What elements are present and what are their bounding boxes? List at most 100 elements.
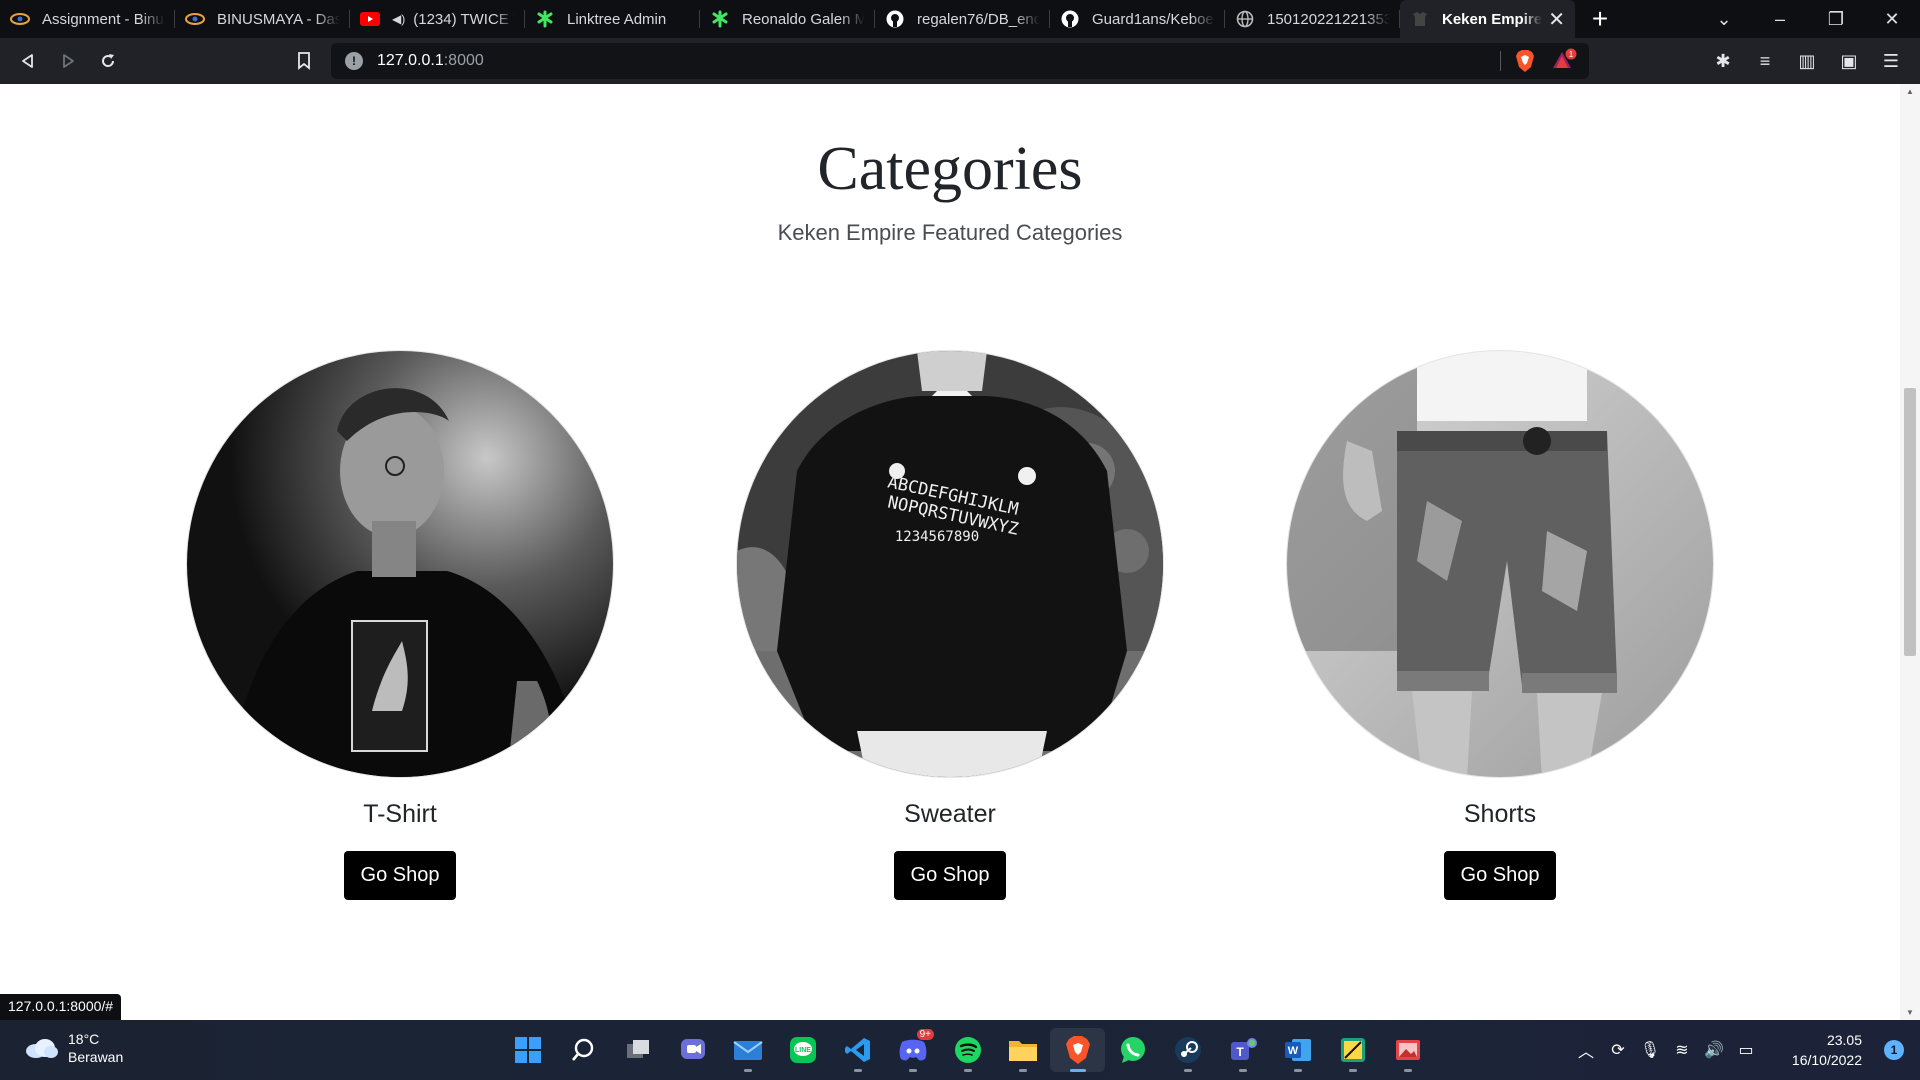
go-shop-button-tshirt[interactable]: Go Shop	[343, 851, 457, 900]
tab-linktree-profile[interactable]: Reonaldo Galen Ma	[700, 0, 875, 38]
category-image-shorts[interactable]	[1286, 350, 1714, 778]
restore-button[interactable]: ❐	[1808, 0, 1864, 38]
task-view-button[interactable]	[610, 1028, 665, 1072]
tshirt-photo	[187, 351, 613, 777]
chat-icon	[680, 1039, 705, 1059]
tab-youtube[interactable]: ◀) (1234) TWICE "V	[350, 0, 525, 38]
weather-widget[interactable]: 18°C Berawan	[24, 1030, 123, 1066]
notification-badge[interactable]: 1	[1884, 1040, 1904, 1060]
vscode-button[interactable]	[830, 1028, 885, 1072]
steam-button[interactable]	[1160, 1028, 1215, 1072]
battery-icon[interactable]: ▭	[1730, 1040, 1762, 1060]
category-image-sweater[interactable]: ABCDEFGHIJKLM NOPQRSTUVWXYZ 1234567890	[736, 350, 1164, 778]
discord-badge: 9+	[916, 1029, 934, 1040]
category-card-tshirt: T-Shirt Go Shop	[186, 350, 614, 900]
tab-title: Keken Empire	[1442, 10, 1543, 28]
photo-viewer-icon	[1395, 1040, 1420, 1060]
bookmark-button[interactable]	[284, 41, 324, 81]
tab-github-keboen[interactable]: Guard1ans/Keboen	[1050, 0, 1225, 38]
binus-icon	[185, 9, 205, 29]
tab-linktree-admin[interactable]: Linktree Admin	[525, 0, 700, 38]
mail-icon	[732, 1041, 763, 1060]
tab-binusmaya[interactable]: BINUSMAYA - Dash	[175, 0, 350, 38]
scrollbar-thumb[interactable]	[1904, 388, 1916, 656]
status-bar-url: 127.0.0.1:8000/#	[0, 994, 122, 1020]
reload-button[interactable]	[88, 41, 128, 81]
menu-icon[interactable]: ☰	[1870, 38, 1912, 84]
microphone-icon[interactable]: 🎙	[1634, 1040, 1666, 1060]
teams-chat-button[interactable]	[665, 1028, 720, 1072]
new-tab-button[interactable]: +	[1575, 0, 1625, 38]
svg-text:W: W	[1287, 1045, 1298, 1057]
audio-playing-icon[interactable]: ◀)	[392, 12, 405, 26]
linktree-icon	[710, 9, 730, 29]
photo-app-button[interactable]	[1380, 1028, 1435, 1072]
teams-button[interactable]: T	[1215, 1028, 1270, 1072]
tab-title: Assignment - Binus	[42, 10, 165, 28]
taskbar-apps: LINE 9+ T W	[500, 1028, 1435, 1072]
running-indicator	[1239, 1069, 1247, 1072]
address-bar[interactable]: ! 127.0.0.1:8000 1	[331, 43, 1589, 79]
running-indicator	[909, 1069, 917, 1072]
svg-text:1: 1	[1569, 50, 1574, 59]
sidebar-toggle-icon[interactable]: ▥	[1786, 38, 1828, 84]
close-window-button[interactable]: ✕	[1864, 0, 1920, 38]
svg-text:T: T	[1236, 1045, 1244, 1059]
brave-rewards-icon[interactable]: 1	[1551, 48, 1577, 77]
brave-browser-button[interactable]	[1050, 1028, 1105, 1072]
globe-icon	[1235, 9, 1255, 29]
extensions-icon[interactable]: ✱	[1702, 38, 1744, 84]
category-name: T-Shirt	[363, 800, 437, 828]
forward-icon	[63, 54, 74, 68]
vscode-icon	[844, 1038, 870, 1062]
brave-shields-icon[interactable]	[1515, 49, 1535, 78]
spotify-button[interactable]	[940, 1028, 995, 1072]
sync-icon[interactable]: ⟳	[1602, 1040, 1634, 1060]
taskbar-clock[interactable]: 23.05 16/10/2022	[1762, 1030, 1862, 1070]
tab-github-db[interactable]: regalen76/DB_end_	[875, 0, 1050, 38]
github-icon	[885, 9, 905, 29]
snipping-tool-icon	[1340, 1038, 1365, 1062]
line-app-icon: LINE	[789, 1037, 816, 1063]
line-button[interactable]: LINE	[775, 1028, 830, 1072]
scroll-up-icon[interactable]: ▲	[1906, 87, 1914, 96]
tab-search-chevron-icon[interactable]: ⌄	[1696, 0, 1752, 38]
whatsapp-button[interactable]	[1105, 1028, 1160, 1072]
tab-numbered[interactable]: 1501202212213535	[1225, 0, 1400, 38]
teams-icon: T	[1230, 1038, 1257, 1060]
word-button[interactable]: W	[1270, 1028, 1325, 1072]
weather-condition: Berawan	[68, 1049, 124, 1065]
go-shop-button-shorts[interactable]: Go Shop	[1443, 851, 1557, 900]
page-scrollbar[interactable]: ▲ ▼	[1900, 84, 1920, 1020]
minimize-button[interactable]: –	[1752, 0, 1808, 38]
whatsapp-icon	[1120, 1037, 1145, 1063]
tab-assignment[interactable]: Assignment - Binus	[0, 0, 175, 38]
sweater-photo: ABCDEFGHIJKLM NOPQRSTUVWXYZ 1234567890	[737, 351, 1163, 777]
search-button[interactable]	[555, 1028, 610, 1072]
tab-close-icon[interactable]: ✕	[1548, 7, 1565, 32]
category-image-tshirt[interactable]	[186, 350, 614, 778]
wallet-icon[interactable]: ▣	[1828, 38, 1870, 84]
wifi-icon[interactable]: ≋	[1666, 1040, 1698, 1060]
clock-time: 23.05	[1826, 1032, 1862, 1048]
tab-title: Linktree Admin	[567, 10, 667, 28]
go-shop-button-sweater[interactable]: Go Shop	[893, 851, 1007, 900]
file-explorer-button[interactable]	[995, 1028, 1050, 1072]
site-info-icon[interactable]: !	[345, 52, 363, 70]
mail-button[interactable]	[720, 1028, 775, 1072]
snipping-tool-button[interactable]	[1325, 1028, 1380, 1072]
tab-keken-empire[interactable]: Keken Empire ✕	[1400, 0, 1575, 38]
category-card-shorts: Shorts Go Shop	[1286, 350, 1714, 900]
volume-icon[interactable]: 🔊	[1698, 1040, 1730, 1060]
forward-button[interactable]	[48, 41, 88, 81]
start-button[interactable]	[500, 1028, 555, 1072]
media-playlist-icon[interactable]: ≡	[1744, 38, 1786, 84]
tab-title: BINUSMAYA - Dash	[217, 10, 340, 28]
show-hidden-icons-chevron-icon[interactable]: ︿	[1570, 1038, 1602, 1062]
binus-icon	[10, 9, 30, 29]
cloud-icon	[26, 1039, 58, 1058]
github-icon	[1060, 9, 1080, 29]
scroll-down-icon[interactable]: ▼	[1906, 1008, 1914, 1017]
back-button[interactable]	[8, 41, 48, 81]
discord-button[interactable]: 9+	[885, 1028, 940, 1072]
